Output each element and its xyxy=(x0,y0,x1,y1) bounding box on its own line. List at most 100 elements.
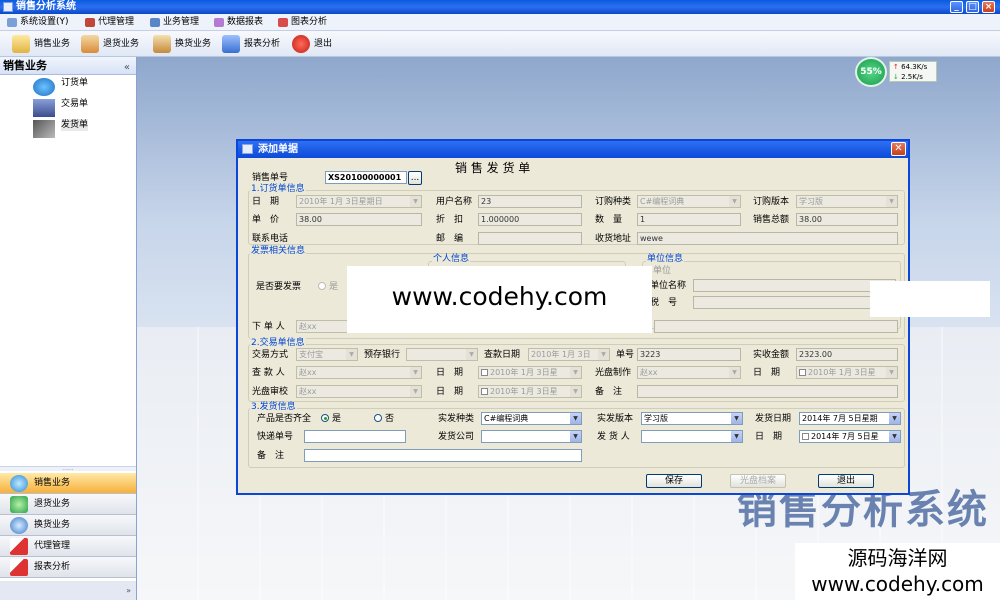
quantity-field[interactable]: 1 xyxy=(637,213,741,226)
date-label: 日 期 xyxy=(252,197,280,207)
order-type-select[interactable]: C#编程词典 ▼ xyxy=(637,195,741,208)
box-return-icon xyxy=(81,35,99,53)
express-field[interactable] xyxy=(304,430,406,443)
orderer-extra-field[interactable] xyxy=(654,320,898,333)
received-label: 实收金额 xyxy=(753,350,790,360)
bank-select[interactable]: ▼ xyxy=(406,348,478,361)
ship-date-label: 发货日期 xyxy=(755,414,792,424)
collapse-icon[interactable]: « xyxy=(124,59,130,77)
form-heading: 销 售 发 货 单 xyxy=(455,161,531,175)
lookup-button[interactable]: ... xyxy=(408,171,422,185)
maximize-button[interactable]: □ xyxy=(966,1,979,13)
order-info-title: 1.订货单信息 xyxy=(250,184,306,195)
ship-date2-picker[interactable]: 2014年 7月 5日星 ▼ xyxy=(799,430,901,443)
single-no-field[interactable]: 3223 xyxy=(637,348,741,361)
tree-item-trade[interactable]: 交易单 xyxy=(33,98,88,118)
left-panel-header: 销售业务 « xyxy=(0,57,136,75)
orderer-label: 下 单 人 xyxy=(252,322,285,332)
save-button[interactable]: 保存 xyxy=(646,474,702,488)
tax-no-label: 税 号 xyxy=(650,298,678,308)
ship-version-select[interactable]: 学习版 ▼ xyxy=(641,412,743,425)
order-type-label: 订购种类 xyxy=(595,197,632,207)
disc-make-date-label: 日 期 xyxy=(753,368,781,378)
price-label: 单 价 xyxy=(252,215,280,225)
exit-icon xyxy=(292,35,310,53)
ship-date2-label: 日 期 xyxy=(755,432,783,442)
discount-label: 折 扣 xyxy=(436,215,464,225)
dialog-close-button[interactable]: ✕ xyxy=(891,142,906,156)
disc-audit-select[interactable]: 赵xx ▼ xyxy=(296,385,422,398)
menu-data-report[interactable]: 数据报表 xyxy=(213,16,263,29)
trade-mode-select[interactable]: 支付宝 ▼ xyxy=(296,348,358,361)
address-field[interactable]: wewe xyxy=(637,232,898,245)
received-field[interactable]: 2323.00 xyxy=(796,348,898,361)
discount-field[interactable]: 1.000000 xyxy=(478,213,582,226)
network-monitor: 55% ↑ 64.3K/s ↓ 2.5K/s xyxy=(855,57,955,87)
tax-no-field[interactable] xyxy=(693,296,896,309)
nav-sales[interactable]: 销售业务 xyxy=(0,473,136,494)
zipcode-field[interactable] xyxy=(478,232,582,245)
report-icon xyxy=(214,18,224,27)
ship-remark-field[interactable] xyxy=(304,449,582,462)
watermark-bottom: 源码海洋网 www.codehy.com xyxy=(795,543,1000,600)
nav-report[interactable]: 报表分析 xyxy=(0,557,136,578)
order-no-field[interactable]: XS20100000001 xyxy=(325,171,407,184)
shipper-select[interactable]: ▼ xyxy=(641,430,743,443)
app-icon xyxy=(3,2,13,12)
complete-yes-radio[interactable]: 是 xyxy=(321,413,341,425)
ship-company-label: 发货公司 xyxy=(438,432,475,442)
trade-remark-field[interactable] xyxy=(637,385,898,398)
ship-company-select[interactable]: ▼ xyxy=(481,430,582,443)
ship-date-picker[interactable]: 2014年 7月 5日星期 ▼ xyxy=(799,412,901,425)
company-name-field[interactable] xyxy=(693,279,896,292)
order-date-picker[interactable]: 2010年 1月 3日星期日 ▼ xyxy=(296,195,422,208)
nav-exchange[interactable]: 换货业务 xyxy=(0,515,136,536)
check-date2-label: 日 期 xyxy=(436,368,464,378)
menu-business-management[interactable]: 业务管理 xyxy=(149,16,199,29)
watermark-patch xyxy=(870,281,990,317)
address-label: 收货地址 xyxy=(595,234,632,244)
disc-audit-date-picker[interactable]: 2010年 1月 3日星 ▼ xyxy=(478,385,582,398)
complete-label: 产品是否齐全 xyxy=(257,414,312,424)
complete-no-radio[interactable]: 否 xyxy=(374,413,394,425)
disc-make-select[interactable]: 赵xx ▼ xyxy=(637,366,741,379)
menu-system-settings[interactable]: 系统设置(Y) xyxy=(6,16,69,29)
shipping-info-title: 3.发货信息 xyxy=(250,402,297,413)
menu-chart-analysis[interactable]: 图表分析 xyxy=(277,16,327,29)
check-date-picker[interactable]: 2010年 1月 3日 ▼ xyxy=(528,348,610,361)
toolbar-exit-button[interactable]: 退出 xyxy=(292,34,332,54)
invoice-yes-radio[interactable]: 是 xyxy=(318,281,338,293)
close-button[interactable]: × xyxy=(982,1,995,13)
toolbar-report-button[interactable]: 报表分析 xyxy=(222,34,280,54)
dialog-title: 添加单据 xyxy=(258,144,298,155)
disc-archive-button[interactable]: 光盘档案 xyxy=(730,474,786,488)
toolbar-return-button[interactable]: 退货业务 xyxy=(81,34,139,54)
business-icon xyxy=(150,18,160,27)
username-label: 用户名称 xyxy=(436,197,473,207)
disc-make-date-picker[interactable]: 2010年 1月 3日星 ▼ xyxy=(796,366,898,379)
globe-icon xyxy=(10,517,28,534)
toolbar-sales-button[interactable]: 销售业务 xyxy=(12,34,70,54)
ship-type-select[interactable]: C#编程词典 ▼ xyxy=(481,412,582,425)
form-icon xyxy=(242,144,253,154)
settings-icon xyxy=(7,18,17,27)
price-field[interactable]: 38.00 xyxy=(296,213,422,226)
checker-select[interactable]: 赵xx ▼ xyxy=(296,366,422,379)
tree-item-order[interactable]: 订货单 xyxy=(33,77,88,97)
minimize-button[interactable]: _ xyxy=(950,1,963,13)
personal-info-title: 个人信息 xyxy=(432,254,471,265)
total-field[interactable]: 38.00 xyxy=(796,213,898,226)
nav-returns[interactable]: 退货业务 xyxy=(0,494,136,515)
tree-item-shipping[interactable]: 发货单 xyxy=(33,119,89,139)
username-field[interactable]: 23 xyxy=(478,195,582,208)
single-no-label: 单号 xyxy=(616,350,635,360)
nav-agent[interactable]: 代理管理 xyxy=(0,536,136,557)
checker-date-picker[interactable]: 2010年 1月 3日星 ▼ xyxy=(478,366,582,379)
exit-button[interactable]: 退出 xyxy=(818,474,874,488)
toolbar-exchange-button[interactable]: 换货业务 xyxy=(153,34,211,54)
menu-agent-management[interactable]: 代理管理 xyxy=(84,16,134,29)
panel-splitter[interactable]: ...... xyxy=(0,466,136,472)
tools-icon xyxy=(33,120,55,138)
panel-expand-icon[interactable]: » xyxy=(0,581,136,600)
order-version-select[interactable]: 学习版 ▼ xyxy=(796,195,898,208)
